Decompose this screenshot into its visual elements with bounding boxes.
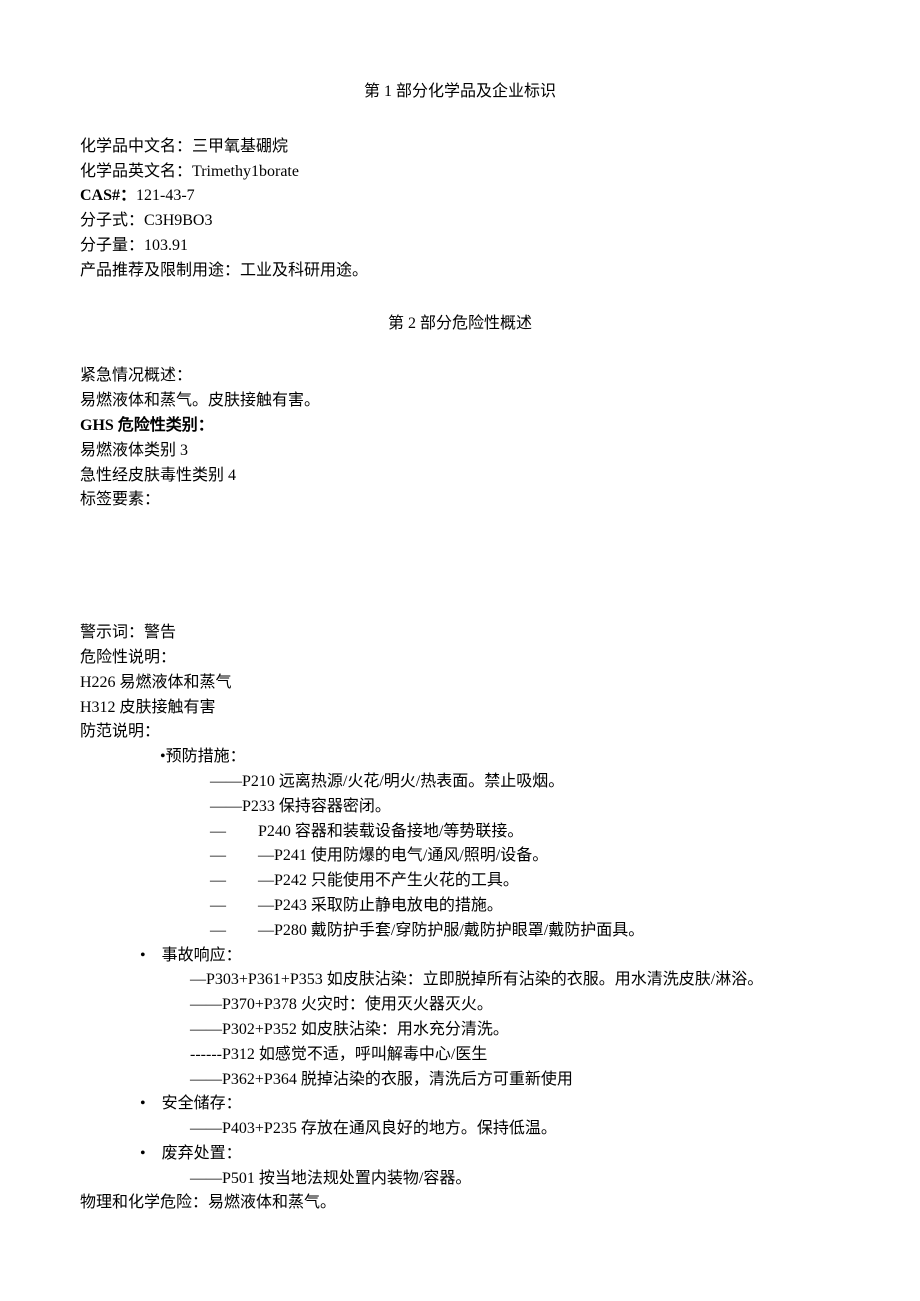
disposal-d1: ——P501 按当地法规处置内装物/容器。 [80,1167,840,1192]
storage-s1: ——P403+P235 存放在通风良好的地方。保持低温。 [80,1117,840,1142]
ghs-cat-2: 急性经皮肤毒性类别 4 [80,464,840,489]
prevention-p241: — —P241 使用防爆的电气/通风/照明/设备。 [80,844,840,869]
signal-label: 警示词： [80,624,144,641]
prevention-header: •预防措施： [80,745,840,770]
emergency-label: 紧急情况概述： [80,364,840,389]
response-r5: ——P362+P364 脱掉沾染的衣服，清洗后方可重新使用 [80,1068,840,1093]
hazard-h226: H226 易燃液体和蒸气 [80,671,840,696]
prevention-p240: — P240 容器和装载设备接地/等势联接。 [80,820,840,845]
cas-value: 121-43-7 [136,187,195,204]
formula-row: 分子式：C3H9BO3 [80,209,840,234]
section2-title: 第 2 部分危险性概述 [80,312,840,337]
prevention-p210: ——P210 远离热源/火花/明火/热表面。禁止吸烟。 [80,770,840,795]
en-name-row: 化学品英文名：Trimethy1borate [80,160,840,185]
formula-label: 分子式： [80,212,144,229]
prevention-p242: — —P242 只能使用不产生火花的工具。 [80,869,840,894]
mw-row: 分子量：103.91 [80,234,840,259]
prevention-p233: ——P233 保持容器密闭。 [80,795,840,820]
use-row: 产品推荐及限制用途：工业及科研用途。 [80,259,840,284]
zh-name-label: 化学品中文名： [80,138,192,155]
emergency-body: 易燃液体和蒸气。皮肤接触有害。 [80,389,840,414]
response-header: • 事故响应： [80,944,840,969]
en-name-label: 化学品英文名： [80,163,192,180]
pictogram-placeholder [80,513,840,621]
ghs-cat-1: 易燃液体类别 3 [80,439,840,464]
use-label: 产品推荐及限制用途： [80,262,240,279]
phys-value: 易燃液体和蒸气。 [208,1194,336,1211]
mw-label: 分子量： [80,237,144,254]
en-name-value: Trimethy1borate [192,163,299,180]
formula-value: C3H9BO3 [144,212,212,229]
response-r4: ------P312 如感觉不适，呼叫解毒中心/医生 [80,1043,840,1068]
storage-header: • 安全储存： [80,1092,840,1117]
section1-title: 第 1 部分化学品及企业标识 [80,80,840,105]
zh-name-row: 化学品中文名：三甲氧基硼烷 [80,135,840,160]
response-r1: —P303+P361+P353 如皮肤沾染：立即脱掉所有沾染的衣服。用水清洗皮肤… [80,968,840,993]
label-elements: 标签要素： [80,488,840,513]
prevention-p243: — —P243 采取防止静电放电的措施。 [80,894,840,919]
signal-value: 警告 [144,624,176,641]
response-r2: ——P370+P378 火灾时：使用灭火器灭火。 [80,993,840,1018]
phys-label: 物理和化学危险： [80,1194,208,1211]
hazard-label: 危险性说明： [80,646,840,671]
prevention-p280: — —P280 戴防护手套/穿防护服/戴防护眼罩/戴防护面具。 [80,919,840,944]
cas-row: CAS#：121-43-7 [80,184,840,209]
ghs-label: GHS 危险性类别： [80,414,840,439]
mw-value: 103.91 [144,237,188,254]
zh-name-value: 三甲氧基硼烷 [192,138,288,155]
disposal-header: • 废弃处置： [80,1142,840,1167]
precaution-label: 防范说明： [80,720,840,745]
phys-row: 物理和化学危险：易燃液体和蒸气。 [80,1191,840,1216]
use-value: 工业及科研用途。 [240,262,368,279]
hazard-h312: H312 皮肤接触有害 [80,696,840,721]
cas-label: CAS#： [80,187,136,204]
response-r3: ——P302+P352 如皮肤沾染：用水充分清洗。 [80,1018,840,1043]
signal-word-row: 警示词：警告 [80,621,840,646]
